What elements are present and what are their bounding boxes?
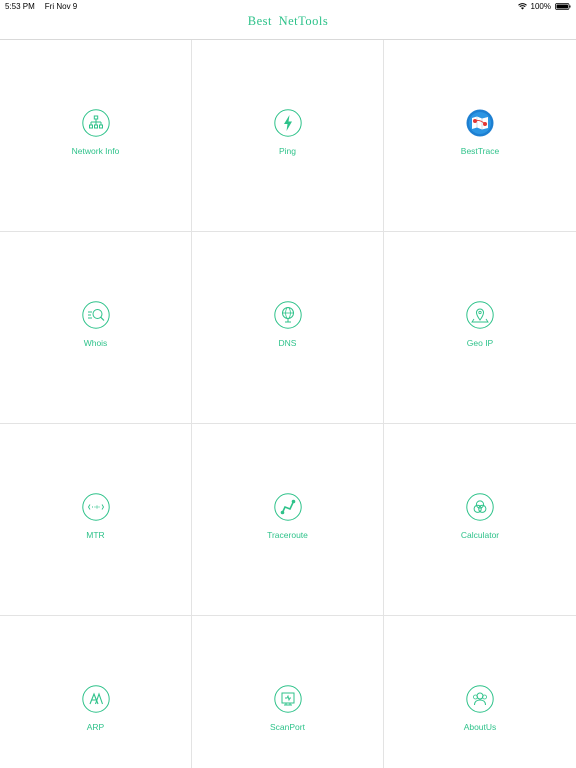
status-date: Fri Nov 9 (44, 1, 78, 11)
besttrace-map-icon (466, 109, 494, 137)
tool-dns[interactable]: DNS (192, 232, 384, 424)
overlap-circles-icon (466, 493, 494, 521)
magnifier-list-icon (81, 301, 110, 329)
wifi-icon (517, 2, 527, 10)
globe-pin-icon (273, 301, 302, 329)
arp-icon (81, 685, 110, 713)
tool-label: MTR (86, 530, 105, 540)
battery-percent: 100% (530, 1, 551, 11)
tool-geo-ip[interactable]: Geo IP (384, 232, 576, 424)
tool-label: Geo IP (466, 338, 494, 348)
people-icon (466, 685, 494, 713)
status-bar: 5:53 PM Fri Nov 9 100% (0, 0, 576, 12)
tool-label: ScanPort (270, 722, 305, 732)
nav-title: Best NetTools (247, 14, 329, 28)
tool-label: Network Info (71, 146, 120, 156)
tool-whois[interactable]: Whois (0, 232, 192, 424)
tool-label: AboutUs (463, 722, 497, 732)
tool-label: ARP (86, 722, 105, 732)
tool-traceroute[interactable]: Traceroute (192, 424, 384, 616)
route-path-icon (273, 493, 302, 521)
network-tree-icon (81, 109, 110, 137)
code-brackets-icon (81, 493, 110, 521)
tool-label: BestTrace (460, 146, 500, 156)
lightning-icon (273, 109, 302, 137)
map-pin-icon (466, 301, 494, 329)
tools-grid: Network Info Ping BestTrace Whois DNS Ge… (0, 40, 576, 768)
tool-calculator[interactable]: Calculator (384, 424, 576, 616)
tool-label: Traceroute (267, 530, 308, 540)
tool-label: Ping (278, 146, 296, 156)
tool-besttrace[interactable]: BestTrace (384, 40, 576, 232)
tool-label: Whois (83, 338, 108, 348)
status-time: 5:53 PM (5, 1, 35, 11)
tool-label: DNS (278, 338, 297, 348)
tool-aboutus[interactable]: AboutUs (384, 616, 576, 768)
tool-arp[interactable]: ARP (0, 616, 192, 768)
tool-scanport[interactable]: ScanPort (192, 616, 384, 768)
monitor-scan-icon (273, 685, 302, 713)
tool-label: Calculator (460, 530, 500, 540)
tool-network-info[interactable]: Network Info (0, 40, 192, 232)
tool-ping[interactable]: Ping (192, 40, 384, 232)
tool-mtr[interactable]: MTR (0, 424, 192, 616)
battery-icon (555, 2, 571, 10)
